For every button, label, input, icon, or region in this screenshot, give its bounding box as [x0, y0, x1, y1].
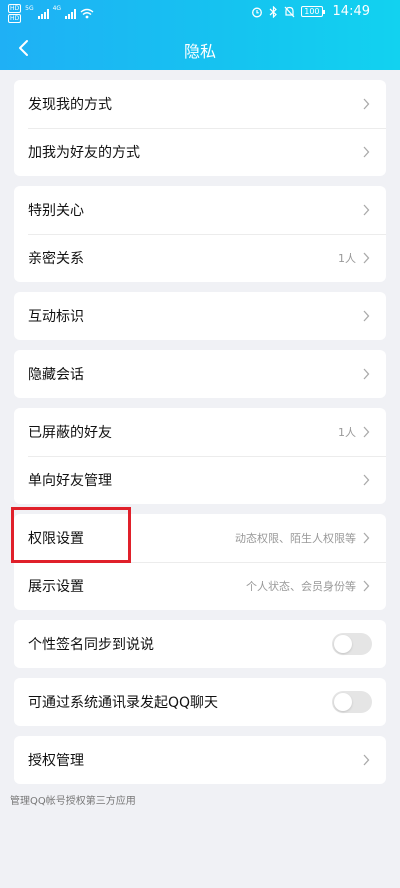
chevron-right-icon — [363, 426, 370, 438]
settings-group-discovery: 发现我的方式 加我为好友的方式 — [14, 80, 386, 176]
status-bar: HD HD 5G 4G 100 14:49 — [0, 0, 400, 28]
network-label-2: 4G — [52, 5, 62, 12]
row-right — [362, 350, 370, 398]
row-right — [362, 292, 370, 340]
settings-group-signature-sync: 个性签名同步到说说 — [14, 620, 386, 668]
row-label: 单向好友管理 — [28, 473, 112, 489]
row-intimate-relation[interactable]: 亲密关系 1人 — [14, 234, 386, 282]
chevron-right-icon — [363, 474, 370, 486]
row-label: 发现我的方式 — [28, 97, 112, 113]
bluetooth-icon — [269, 5, 278, 18]
chevron-right-icon — [363, 754, 370, 766]
settings-group-relations: 特别关心 亲密关系 1人 — [14, 186, 386, 282]
settings-group-contacts-chat: 可通过系统通讯录发起QQ聊天 — [14, 678, 386, 726]
alarm-icon — [252, 7, 263, 17]
row-right: 1人 — [338, 408, 370, 456]
row-blocked-friends[interactable]: 已屏蔽的好友 1人 — [14, 408, 386, 456]
settings-group-permissions: 权限设置 动态权限、陌生人权限等 展示设置 个人状态、会员身份等 — [14, 514, 386, 610]
row-label: 特别关心 — [28, 203, 84, 219]
row-contacts-chat: 可通过系统通讯录发起QQ聊天 — [14, 678, 386, 726]
wifi-icon — [80, 8, 94, 19]
row-label: 加我为好友的方式 — [28, 145, 140, 161]
status-left: HD HD 5G 4G — [8, 4, 94, 23]
nav-bar: 隐私 — [0, 30, 400, 68]
row-display-settings[interactable]: 展示设置 个人状态、会员身份等 — [14, 562, 386, 610]
row-add-friend-method[interactable]: 加我为好友的方式 — [14, 128, 386, 176]
row-permission-settings[interactable]: 权限设置 动态权限、陌生人权限等 — [14, 514, 386, 562]
chevron-right-icon — [363, 532, 370, 544]
row-label: 授权管理 — [28, 753, 84, 769]
row-right — [362, 128, 370, 176]
row-one-way-friends[interactable]: 单向好友管理 — [14, 456, 386, 504]
row-right — [362, 456, 370, 504]
settings-group-blocked: 已屏蔽的好友 1人 单向好友管理 — [14, 408, 386, 504]
row-interaction-marks[interactable]: 互动标识 — [14, 292, 386, 340]
status-right: 100 14:49 — [251, 4, 370, 19]
row-label: 展示设置 — [28, 579, 84, 595]
row-find-me[interactable]: 发现我的方式 — [14, 80, 386, 128]
row-value: 1人 — [338, 252, 356, 265]
mute-bell-icon — [284, 6, 295, 17]
row-right: 动态权限、陌生人权限等 — [235, 514, 370, 562]
row-label: 已屏蔽的好友 — [28, 425, 112, 441]
row-label: 亲密关系 — [28, 251, 84, 267]
signature-sync-toggle[interactable] — [332, 633, 372, 655]
row-right — [362, 186, 370, 234]
toggle-knob — [334, 635, 352, 653]
chevron-right-icon — [363, 98, 370, 110]
row-auth-management[interactable]: 授权管理 — [14, 736, 386, 784]
row-right — [362, 80, 370, 128]
signal-icon-1 — [37, 8, 49, 19]
toggle-knob — [334, 693, 352, 711]
row-special-care[interactable]: 特别关心 — [14, 186, 386, 234]
app-header: HD HD 5G 4G 100 14:49 隐私 — [0, 0, 400, 70]
row-hidden-chats[interactable]: 隐藏会话 — [14, 350, 386, 398]
row-value: 个人状态、会员身份等 — [246, 580, 356, 593]
auth-footnote: 管理QQ帐号授权第三方应用 — [10, 796, 136, 807]
hd-badge-1: HD — [8, 4, 22, 13]
network-label-1: 5G — [25, 5, 34, 12]
row-signature-sync: 个性签名同步到说说 — [14, 620, 386, 668]
chevron-right-icon — [363, 252, 370, 264]
settings-group-hidden: 隐藏会话 — [14, 350, 386, 398]
chevron-right-icon — [363, 310, 370, 322]
status-time: 14:49 — [332, 4, 370, 19]
chevron-right-icon — [363, 368, 370, 380]
hd-badge-2: HD — [8, 14, 22, 23]
row-right — [362, 736, 370, 784]
signal-icon-2 — [65, 8, 77, 19]
row-label: 互动标识 — [28, 309, 84, 325]
contacts-chat-toggle[interactable] — [332, 691, 372, 713]
row-label: 隐藏会话 — [28, 367, 84, 383]
chevron-right-icon — [363, 580, 370, 592]
row-right: 个人状态、会员身份等 — [246, 562, 370, 610]
row-value: 1人 — [338, 426, 356, 439]
hd-badges: HD HD — [8, 4, 22, 23]
chevron-right-icon — [363, 204, 370, 216]
row-label: 权限设置 — [28, 531, 84, 547]
chevron-right-icon — [363, 146, 370, 158]
row-label: 可通过系统通讯录发起QQ聊天 — [28, 695, 219, 711]
page-title: 隐私 — [183, 42, 216, 61]
row-label: 个性签名同步到说说 — [28, 637, 154, 653]
settings-group-interaction: 互动标识 — [14, 292, 386, 340]
row-value: 动态权限、陌生人权限等 — [235, 532, 356, 545]
battery-icon: 100 — [301, 6, 325, 17]
row-right: 1人 — [338, 234, 370, 282]
settings-group-auth: 授权管理 — [14, 736, 386, 784]
